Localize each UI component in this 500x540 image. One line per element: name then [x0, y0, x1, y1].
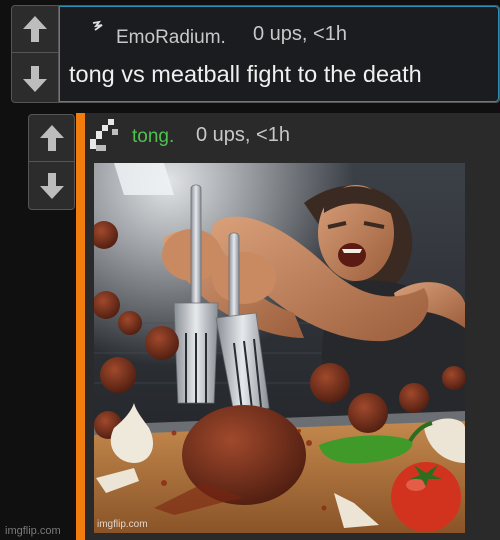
reply-meta: 0 ups, <1h [196, 124, 290, 146]
site-watermark: imgflip.com [5, 525, 61, 537]
reply-username[interactable]: tong. [132, 126, 174, 148]
reply-vote-box [28, 114, 75, 210]
downvote-button[interactable] [12, 55, 58, 102]
arrow-down-icon [23, 65, 47, 92]
comment-meta: 0 ups, <1h [253, 23, 347, 45]
upvote-button[interactable] [12, 6, 58, 53]
comment: EmoRadium. 0 ups, <1h tong vs meatball f… [11, 5, 500, 103]
reply-thread-bar [76, 113, 85, 540]
arrow-up-icon [39, 125, 64, 151]
comment-vote-box [12, 6, 59, 102]
reply-avatar[interactable] [90, 119, 126, 153]
comment-body: EmoRadium. 0 ups, <1h tong vs meatball f… [59, 6, 499, 102]
image-watermark: imgflip.com [97, 519, 148, 530]
arrow-down-icon [39, 172, 64, 199]
arrow-up-icon [23, 16, 47, 42]
comment-text: tong vs meatball fight to the death [69, 61, 422, 87]
user-avatar[interactable] [90, 20, 106, 32]
reply-downvote-button[interactable] [29, 162, 74, 209]
comment-username[interactable]: EmoRadium. [116, 27, 226, 49]
reply-upvote-button[interactable] [29, 115, 74, 162]
reply-image[interactable]: imgflip.com [94, 163, 465, 533]
meme-illustration [94, 163, 465, 533]
